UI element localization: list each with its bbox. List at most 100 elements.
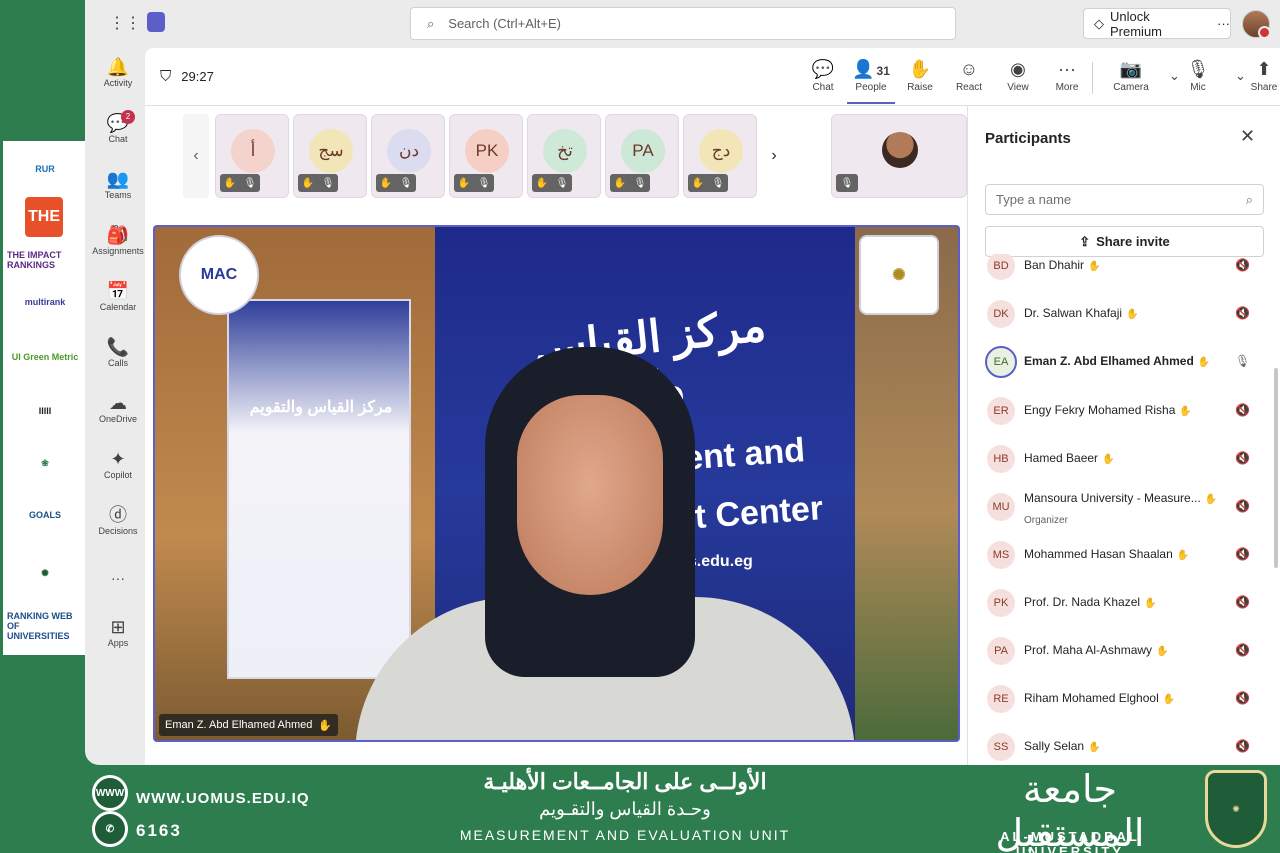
mic-off-icon[interactable]: 🔇: [1235, 691, 1250, 705]
title-bar: ⋮⋮⋮ ⌕ Search (Ctrl+Alt+E) ◇ Unlock Premi…: [85, 0, 1280, 48]
mic-off-icon[interactable]: 🔇: [1235, 403, 1250, 417]
participant-thumb[interactable]: أ ✋ 🎙: [215, 114, 289, 198]
tool-raise[interactable]: ✋ Raise: [896, 58, 944, 93]
participant-search-input[interactable]: Type a name ⌕: [985, 184, 1264, 215]
mic-off-icon[interactable]: 🔇: [1235, 451, 1250, 465]
tool-view[interactable]: ◉ View: [994, 58, 1042, 93]
teams-icon: 👥: [106, 169, 130, 189]
participant-thumb[interactable]: PK ✋ 🎙: [449, 114, 523, 198]
share-icon-glyph: ⬆: [1256, 59, 1272, 79]
participant-name-text: Eman Z. Abd Elhamed Ahmed: [1024, 354, 1194, 368]
tool-camera[interactable]: 📷 Camera: [1107, 58, 1155, 93]
tool-label: Camera: [1113, 82, 1149, 93]
tool-label: More: [1055, 82, 1079, 93]
panel-title: Participants: [985, 130, 1071, 147]
rail-item-3[interactable]: 🎒 Assignments: [85, 224, 151, 256]
rail-item-4[interactable]: 📅 Calendar: [85, 280, 151, 312]
rail-item-0[interactable]: 🔔 Activity: [85, 56, 151, 88]
bell-icon: 🔔: [106, 57, 130, 77]
participant-thumb[interactable]: دج ✋ 🎙: [683, 114, 757, 198]
participant-row[interactable]: DK Dr. Salwan Khafaji ✋ 🔇: [968, 290, 1273, 338]
mic-off-icon[interactable]: 🔇: [1235, 258, 1250, 272]
tool-chat[interactable]: 💬 Chat: [799, 58, 847, 93]
rail-item-7[interactable]: ✦ Copilot: [85, 448, 151, 480]
mic-muted-badge: 🎙: [836, 174, 858, 192]
participant-row[interactable]: PK Prof. Dr. Nada Khazel ✋ 🔇: [968, 579, 1273, 627]
tool-label: React: [955, 82, 983, 93]
participant-thumb[interactable]: سج ✋ 🎙: [293, 114, 367, 198]
tool-label: Mic: [1190, 82, 1206, 93]
copilot-icon: ✦: [110, 449, 126, 469]
toolbar-separator: [1092, 62, 1093, 94]
tool-mic[interactable]: 🎙 Mic: [1174, 58, 1222, 93]
thumb-initials: دن: [387, 129, 431, 173]
main-speaker-video[interactable]: مركز القياس والتقويم ement and ent Cente…: [153, 225, 960, 742]
participant-row[interactable]: BD Ban Dhahir ✋ 🔇: [968, 254, 1273, 290]
participant-list-scrollbar[interactable]: [1274, 368, 1278, 568]
meeting-toolbar: ⛉ 29:27 💬 Chat 👤 31 People ✋ Raise ☺ React ◉ View ·…: [145, 48, 1280, 106]
chevron-down-icon[interactable]: ⌄: [1169, 68, 1180, 84]
mic-icon[interactable]: 🎙: [1235, 354, 1250, 368]
thumbs-prev-button[interactable]: ‹: [183, 114, 209, 198]
tool-people[interactable]: 👤 31 People: [847, 58, 895, 104]
ranking-logo: ✺: [41, 567, 49, 578]
close-icon[interactable]: ✕: [1240, 126, 1255, 147]
hand-icon: ✋: [896, 58, 944, 82]
mic-off-icon[interactable]: 🔇: [1235, 643, 1250, 657]
ranking-logo: GOALS: [28, 510, 61, 520]
mic-off-icon[interactable]: 🔇: [1235, 547, 1250, 561]
hand-icon: ✋: [318, 719, 333, 732]
rail-item-5[interactable]: 📞 Calls: [85, 336, 151, 368]
thumb-status-badge: ✋ 🎙: [376, 174, 416, 192]
participant-row[interactable]: MS Mohammed Hasan Shaalan ✋ 🔇: [968, 531, 1273, 579]
rail-item-1[interactable]: 💬 Chat 2: [85, 110, 151, 144]
arabic-headline: الأولــى على الجامــعات الأهليـة: [483, 769, 767, 794]
tool-more[interactable]: ··· More: [1043, 58, 1091, 93]
unlock-premium-button[interactable]: ◇ Unlock Premium ···: [1083, 8, 1231, 39]
participant-row[interactable]: MU Mansoura University - Measure... ✋ Organ…: [968, 483, 1273, 531]
rail-item-6[interactable]: ☁ OneDrive: [85, 392, 151, 424]
search-input[interactable]: ⌕ Search (Ctrl+Alt+E): [410, 7, 956, 40]
rail-item-9[interactable]: ···: [85, 570, 151, 586]
chevron-down-icon[interactable]: ⌄: [1235, 68, 1246, 84]
rail-item-10[interactable]: ⊞ Apps: [85, 616, 151, 648]
view-icon-glyph: ◉: [1010, 59, 1026, 79]
participant-row[interactable]: SS Sally Selan ✋ 🔇: [968, 723, 1273, 765]
hand-icon: ✋: [1156, 646, 1169, 657]
participant-row[interactable]: PA Prof. Maha Al-Ashmawy ✋ 🔇: [968, 627, 1273, 675]
participant-row[interactable]: HB Hamed Baeer ✋ 🔇: [968, 435, 1273, 483]
tool-react[interactable]: ☺ React: [945, 58, 993, 93]
rail-item-8[interactable]: ⓓ Decisions: [85, 504, 151, 536]
thumbs-next-button[interactable]: ›: [761, 114, 787, 198]
camera-off-icon: 📷: [1107, 58, 1155, 82]
participant-thumb[interactable]: PA ✋ 🎙: [605, 114, 679, 198]
rail-item-2[interactable]: 👥 Teams: [85, 168, 151, 200]
share-icon: ⬆: [1240, 58, 1280, 82]
participant-thumb[interactable]: تخ ✋ 🎙: [527, 114, 601, 198]
participant-thumb[interactable]: دن ✋ 🎙: [371, 114, 445, 198]
ranking-logo: ❀: [41, 457, 49, 468]
mic-off-icon[interactable]: 🔇: [1235, 306, 1250, 320]
chat-icon-glyph: 💬: [811, 59, 835, 79]
share-invite-button[interactable]: ⇪ Share invite: [985, 226, 1264, 257]
participant-video-thumb[interactable]: 🎙: [831, 114, 967, 198]
share-invite-label: Share invite: [1096, 234, 1170, 249]
mic-off-icon[interactable]: 🔇: [1235, 595, 1250, 609]
camera-off-icon-glyph: 📷: [1119, 59, 1143, 79]
participant-row[interactable]: ER Engy Fekry Mohamed Risha ✋ 🔇: [968, 387, 1273, 435]
more-options-icon[interactable]: ···: [1217, 16, 1230, 31]
hand-icon: ✋: [1102, 454, 1115, 465]
people-count: 31: [876, 64, 890, 78]
participant-list: BD Ban Dhahir ✋ 🔇 DK Dr. Salwan Khafaji ✋ 🔇 EA Em…: [968, 254, 1280, 765]
participant-row[interactable]: EA Eman Z. Abd Elhamed Ahmed ✋ 🎙: [968, 338, 1273, 386]
mic-off-icon[interactable]: 🔇: [1235, 739, 1250, 753]
mic-off-icon[interactable]: 🔇: [1235, 499, 1250, 513]
ranking-logo: THE IMPACT RANKINGS: [7, 250, 62, 270]
chat-icon: 💬: [799, 58, 847, 82]
thumb-status-badge: ✋ 🎙: [532, 174, 572, 192]
user-avatar[interactable]: [1242, 10, 1271, 39]
tool-share[interactable]: ⬆ Share: [1240, 58, 1280, 93]
participant-name: Eman Z. Abd Elhamed Ahmed ✋: [1024, 354, 1210, 368]
participant-row[interactable]: RE Riham Mohamed Elghool ✋ 🔇: [968, 675, 1273, 723]
rail-label: Calendar: [99, 302, 137, 312]
